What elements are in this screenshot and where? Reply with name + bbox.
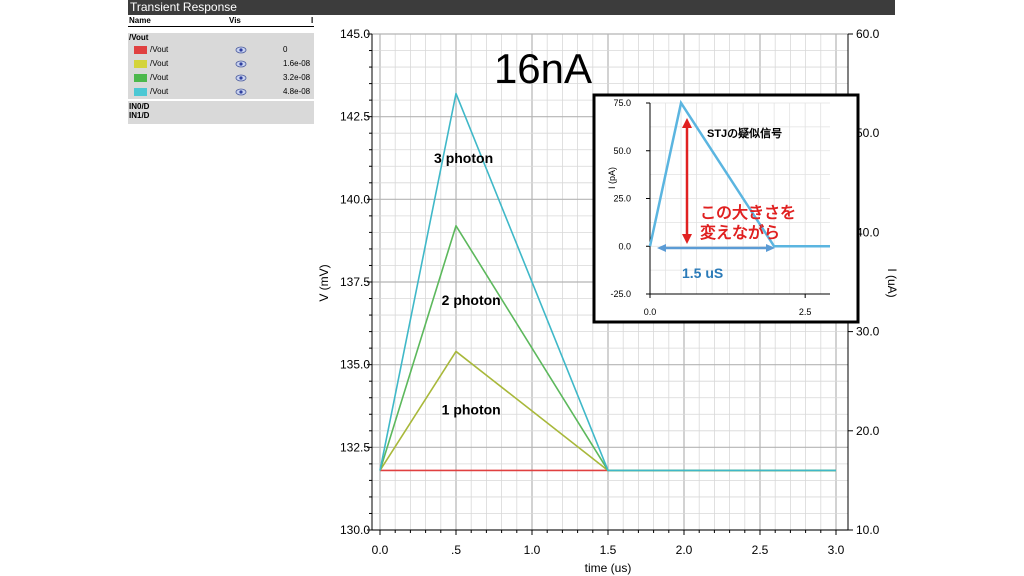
- x-tick-label: 1.5: [600, 543, 617, 557]
- inset-x-tick-label: 0.0: [644, 307, 657, 317]
- x-tick-label: 1.0: [524, 543, 541, 557]
- inset-red-text-2: 変えながら: [700, 223, 780, 242]
- x-tick-label: 3.0: [828, 543, 845, 557]
- inset-y-tick-label: -25.0: [610, 289, 631, 299]
- x-tick-label: .5: [451, 543, 461, 557]
- y-tick-label: 140.0: [340, 192, 370, 206]
- inset-duration-text: 1.5 uS: [682, 265, 723, 281]
- series-annotation: 1 photon: [442, 401, 501, 417]
- x-tick-label: 0.0: [372, 543, 389, 557]
- x-tick-label: 2.0: [676, 543, 693, 557]
- y-tick-label: 135.0: [340, 358, 370, 372]
- inset-y-axis-label: I (pA): [607, 167, 617, 189]
- main-chart: 0.0 .5 1.0 1.5 2.0 2.5 3.0 130.0 132.5 135.0 137.5…: [317, 27, 899, 575]
- x-axis-label: time (us): [585, 561, 632, 575]
- x-tick-label: 2.5: [752, 543, 769, 557]
- inset-chart: -25.0 0.0 25.0 50.0 75.0 0.0 2.5 I (pA) STJの疑似…: [592, 93, 860, 324]
- y2-tick-label: 20.0: [856, 424, 880, 438]
- chart-title: 16nA: [494, 45, 592, 92]
- series-annotation: 2 photon: [442, 292, 501, 308]
- y2-tick-label: 30.0: [856, 325, 880, 339]
- y2-tick-label: 40.0: [856, 225, 880, 239]
- inset-signal-label: STJの疑似信号: [707, 126, 782, 140]
- inset-y-tick-label: 50.0: [613, 146, 631, 156]
- y2-tick-label: 10.0: [856, 523, 880, 537]
- inset-y-tick-label: 25.0: [613, 194, 631, 204]
- inset-x-tick-label: 2.5: [799, 307, 812, 317]
- y-tick-label: 142.5: [340, 110, 370, 124]
- y2-tick-label: 50.0: [856, 126, 880, 140]
- y2-tick-label: 60.0: [856, 27, 880, 41]
- y-axis-label: V (mV): [317, 264, 331, 301]
- y-tick-label: 132.5: [340, 440, 370, 454]
- y-tick-label: 130.0: [340, 523, 370, 537]
- inset-y-tick-label: 0.0: [618, 241, 631, 251]
- series-annotation: 3 photon: [434, 150, 493, 166]
- y-tick-label: 145.0: [340, 27, 370, 41]
- y2-axis-label: I (uA): [885, 268, 899, 297]
- y-tick-label: 137.5: [340, 275, 370, 289]
- inset-red-text-1: この大きさを: [700, 203, 796, 222]
- inset-y-tick-label: 75.0: [613, 98, 631, 108]
